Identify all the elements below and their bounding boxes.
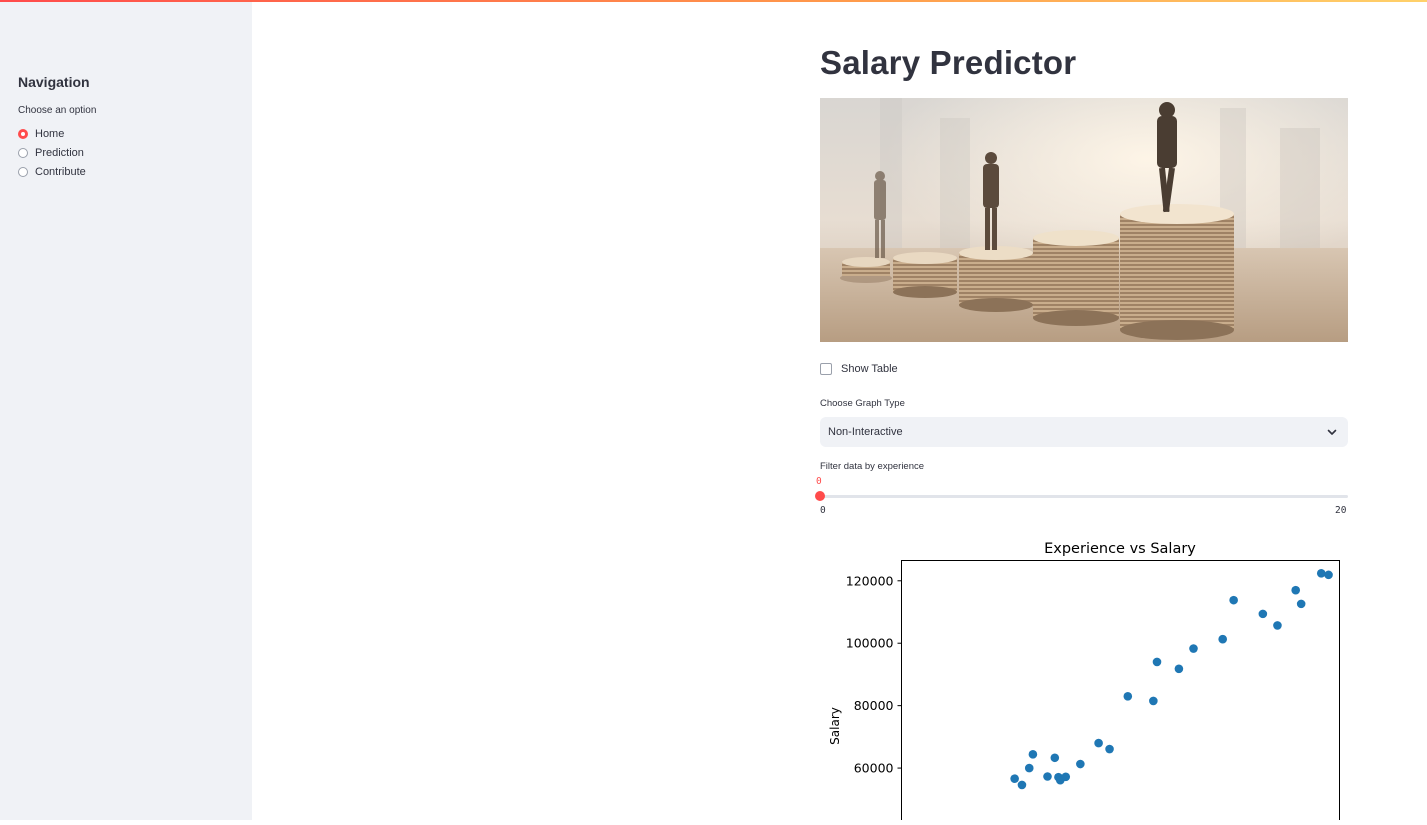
- scatter-point: [1324, 570, 1333, 580]
- y-tick-label: 120000: [846, 573, 894, 588]
- radio-option-contribute[interactable]: Contribute: [18, 164, 86, 180]
- scatter-point: [1174, 664, 1184, 674]
- slider-min-label: 0: [820, 505, 826, 516]
- scatter-point: [1094, 738, 1103, 748]
- scatter-plot: Experience vs Salary 120000 100000 80000 60…: [828, 541, 1340, 825]
- chart-title: Experience vs Salary: [1044, 541, 1196, 557]
- scatter-point: [1017, 780, 1027, 790]
- experience-slider-track[interactable]: [820, 495, 1348, 498]
- checkbox-icon[interactable]: [820, 363, 832, 375]
- graph-type-label: Choose Graph Type: [820, 398, 905, 409]
- scatter-point: [1273, 621, 1282, 630]
- show-table-checkbox[interactable]: Show Table: [820, 362, 898, 376]
- sidebar-title: Navigation: [18, 74, 90, 90]
- radio-option-home[interactable]: Home: [18, 126, 64, 142]
- scatter-point: [1010, 774, 1019, 783]
- plot-frame: [901, 560, 1340, 825]
- y-axis-label: Salary: [828, 707, 842, 745]
- checkbox-label: Show Table: [841, 363, 898, 375]
- scatter-point: [1043, 772, 1052, 781]
- scatter-point: [1050, 753, 1060, 763]
- data-points: [1010, 568, 1333, 790]
- experience-slider-thumb[interactable]: [815, 491, 825, 501]
- scatter-point: [1229, 595, 1238, 605]
- experience-salary-chart: Experience vs Salary 120000 100000 80000 60…: [820, 532, 1348, 825]
- y-tick-label: 60000: [854, 761, 894, 776]
- scatter-point: [1189, 644, 1198, 653]
- hero-image: [820, 98, 1348, 342]
- slider-current-value: 0: [816, 476, 822, 487]
- radio-option-label: Prediction: [35, 147, 84, 159]
- radio-selected-icon[interactable]: [18, 129, 28, 139]
- radio-unselected-icon[interactable]: [18, 167, 28, 177]
- scatter-point: [1316, 568, 1326, 578]
- scatter-point: [1296, 599, 1306, 609]
- radio-unselected-icon[interactable]: [18, 148, 28, 158]
- scatter-point: [1152, 657, 1162, 667]
- chevron-down-icon[interactable]: [1326, 426, 1338, 438]
- scatter-point: [1028, 750, 1038, 759]
- radio-option-prediction[interactable]: Prediction: [18, 145, 84, 161]
- experience-slider-label: Filter data by experience: [820, 461, 925, 472]
- y-tick-label: 80000: [854, 698, 894, 713]
- radio-group-label: Choose an option: [18, 105, 97, 116]
- scatter-point: [1061, 772, 1071, 782]
- radio-option-label: Contribute: [35, 166, 86, 178]
- scatter-point: [1024, 763, 1034, 773]
- scatter-point: [1076, 759, 1085, 769]
- graph-type-selected-value: Non-Interactive: [828, 426, 903, 438]
- slider-max-label: 20: [1335, 505, 1347, 516]
- scatter-point: [1218, 634, 1227, 644]
- graph-type-select[interactable]: Non-Interactive: [820, 417, 1348, 447]
- y-tick-label: 100000: [846, 636, 894, 651]
- scatter-point: [1258, 609, 1268, 619]
- scatter-point: [1105, 744, 1114, 754]
- scatter-point: [1123, 691, 1133, 701]
- y-axis-ticks: 120000 100000 80000 60000: [846, 573, 902, 776]
- coins-figurines-illustration: [820, 98, 1348, 342]
- radio-option-label: Home: [35, 128, 65, 140]
- scatter-point: [1291, 585, 1300, 595]
- page-title: Salary Predictor: [820, 44, 1077, 81]
- scatter-point: [1149, 696, 1158, 706]
- sidebar: Navigation Choose an option Home Predict…: [0, 2, 252, 820]
